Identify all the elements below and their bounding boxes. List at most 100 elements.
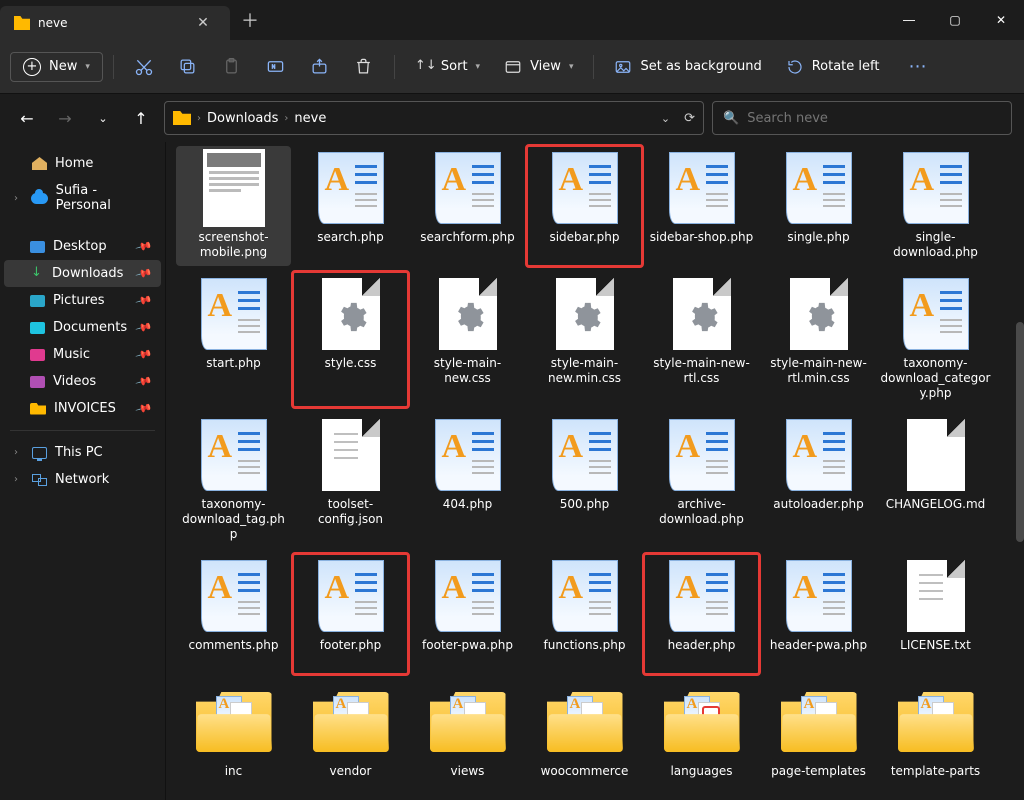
php-file-icon xyxy=(669,152,735,224)
file-item[interactable]: searchform.php xyxy=(410,146,525,266)
recent-locations-button[interactable]: ⌄ xyxy=(88,103,118,133)
sidebar-item-network[interactable]: › Network xyxy=(4,466,161,493)
new-button[interactable]: + New ▾ xyxy=(10,52,103,82)
window-tab[interactable]: neve ✕ xyxy=(0,6,230,40)
up-button[interactable]: ↑ xyxy=(126,103,156,133)
file-item[interactable]: search.php xyxy=(293,146,408,266)
sidebar-item-music[interactable]: Music📌 xyxy=(4,341,161,368)
file-item[interactable]: sidebar.php xyxy=(527,146,642,266)
breadcrumb[interactable]: › Downloads › neve ⌄ ⟳ xyxy=(164,101,704,135)
file-item[interactable]: style-main-new.css xyxy=(410,272,525,407)
file-item[interactable]: style-main-new-rtl.css xyxy=(644,272,759,407)
file-item[interactable]: archive-download.php xyxy=(644,413,759,548)
file-item[interactable]: footer-pwa.php xyxy=(410,554,525,674)
minimize-button[interactable]: ― xyxy=(886,0,932,40)
rename-button[interactable] xyxy=(256,49,296,85)
divider xyxy=(593,55,594,79)
breadcrumb-dropdown-button[interactable]: ⌄ xyxy=(661,112,670,125)
file-item[interactable]: autoloader.php xyxy=(761,413,876,548)
share-button[interactable] xyxy=(300,49,340,85)
delete-button[interactable] xyxy=(344,49,384,85)
close-window-button[interactable]: ✕ xyxy=(978,0,1024,40)
back-button[interactable]: ← xyxy=(12,103,42,133)
file-item[interactable]: header.php xyxy=(644,554,759,674)
sidebar-item-personal[interactable]: › Sufia - Personal xyxy=(4,177,161,219)
folder-item[interactable]: vendor xyxy=(293,680,408,800)
search-box[interactable]: 🔍 xyxy=(712,101,1012,135)
text-file-icon xyxy=(907,560,965,632)
file-item[interactable]: 404.php xyxy=(410,413,525,548)
folder-item[interactable]: languages xyxy=(644,680,759,800)
file-pane[interactable]: screenshot-mobile.pngsearch.php searchfor… xyxy=(166,142,1024,800)
search-input[interactable] xyxy=(747,111,1001,126)
sidebar-item-this-pc[interactable]: › This PC xyxy=(4,439,161,466)
file-item[interactable]: taxonomy-download_category.php xyxy=(878,272,993,407)
file-item[interactable]: start.php xyxy=(176,272,291,407)
folder-item[interactable]: woocommerce xyxy=(527,680,642,800)
pin-icon: 📌 xyxy=(135,318,153,336)
file-item[interactable]: sidebar-shop.php xyxy=(644,146,759,266)
file-item[interactable]: LICENSE.txt xyxy=(878,554,993,674)
sort-label: Sort xyxy=(441,59,468,74)
chevron-right-icon: › xyxy=(14,474,24,485)
set-background-button[interactable]: Set as background xyxy=(604,52,771,82)
copy-button[interactable] xyxy=(168,49,208,85)
image-icon xyxy=(614,58,632,76)
sidebar-label: Downloads xyxy=(52,266,123,281)
new-tab-button[interactable]: ＋ xyxy=(230,7,270,33)
breadcrumb-segment[interactable]: Downloads xyxy=(207,111,278,126)
folder-icon xyxy=(30,403,46,415)
php-file-icon xyxy=(903,278,969,350)
folder-item[interactable]: views xyxy=(410,680,525,800)
file-item[interactable]: taxonomy-download_tag.php xyxy=(176,413,291,548)
file-item[interactable]: screenshot-mobile.png xyxy=(176,146,291,266)
file-item[interactable]: functions.php xyxy=(527,554,642,674)
file-item[interactable]: style.css xyxy=(293,272,408,407)
php-file-icon xyxy=(669,419,735,491)
file-item[interactable]: style-main-new-rtl.min.css xyxy=(761,272,876,407)
pin-icon: 📌 xyxy=(135,345,153,363)
rotate-left-button[interactable]: Rotate left xyxy=(776,52,890,82)
sort-button[interactable]: ↑↓ Sort ▾ xyxy=(405,52,490,82)
maximize-button[interactable]: ▢ xyxy=(932,0,978,40)
file-item[interactable]: header-pwa.php xyxy=(761,554,876,674)
refresh-button[interactable]: ⟳ xyxy=(684,111,695,126)
sidebar-item-invoices[interactable]: INVOICES📌 xyxy=(4,395,161,422)
file-item[interactable]: single-download.php xyxy=(878,146,993,266)
file-name: woocommerce xyxy=(541,764,629,794)
sidebar-item-videos[interactable]: Videos📌 xyxy=(4,368,161,395)
php-file-icon xyxy=(435,419,501,491)
file-item[interactable]: comments.php xyxy=(176,554,291,674)
file-item[interactable]: toolset-config.json xyxy=(293,413,408,548)
sidebar-item-documents[interactable]: Documents📌 xyxy=(4,314,161,341)
file-item[interactable]: single.php xyxy=(761,146,876,266)
file-name: LICENSE.txt xyxy=(900,638,971,668)
sidebar-item-pictures[interactable]: Pictures📌 xyxy=(4,287,161,314)
file-item[interactable]: style-main-new.min.css xyxy=(527,272,642,407)
file-name: comments.php xyxy=(189,638,279,668)
paste-button[interactable] xyxy=(212,49,252,85)
forward-button[interactable]: → xyxy=(50,103,80,133)
breadcrumb-segment[interactable]: neve xyxy=(294,111,326,126)
file-item[interactable]: CHANGELOG.md xyxy=(878,413,993,548)
folder-item[interactable]: template-parts xyxy=(878,680,993,800)
scrollbar-thumb[interactable] xyxy=(1016,322,1024,542)
file-item[interactable]: 500.php xyxy=(527,413,642,548)
sidebar-item-desktop[interactable]: Desktop📌 xyxy=(4,233,161,260)
file-item[interactable]: footer.php xyxy=(293,554,408,674)
tab-close-button[interactable]: ✕ xyxy=(190,15,216,31)
folder-item[interactable]: inc xyxy=(176,680,291,800)
file-name: footer-pwa.php xyxy=(422,638,513,668)
sidebar-item-home[interactable]: Home xyxy=(4,150,161,177)
file-name: autoloader.php xyxy=(773,497,864,527)
sidebar-label: Home xyxy=(55,156,93,171)
view-button[interactable]: View ▾ xyxy=(494,52,583,82)
more-button[interactable]: ⋯ xyxy=(897,49,937,85)
view-label: View xyxy=(530,59,561,74)
sidebar-item-downloads[interactable]: Downloads📌 xyxy=(4,260,161,287)
set-background-label: Set as background xyxy=(640,59,761,74)
file-name: searchform.php xyxy=(420,230,515,260)
file-name: style-main-new-rtl.css xyxy=(647,356,757,386)
cut-button[interactable] xyxy=(124,49,164,85)
folder-item[interactable]: page-templates xyxy=(761,680,876,800)
